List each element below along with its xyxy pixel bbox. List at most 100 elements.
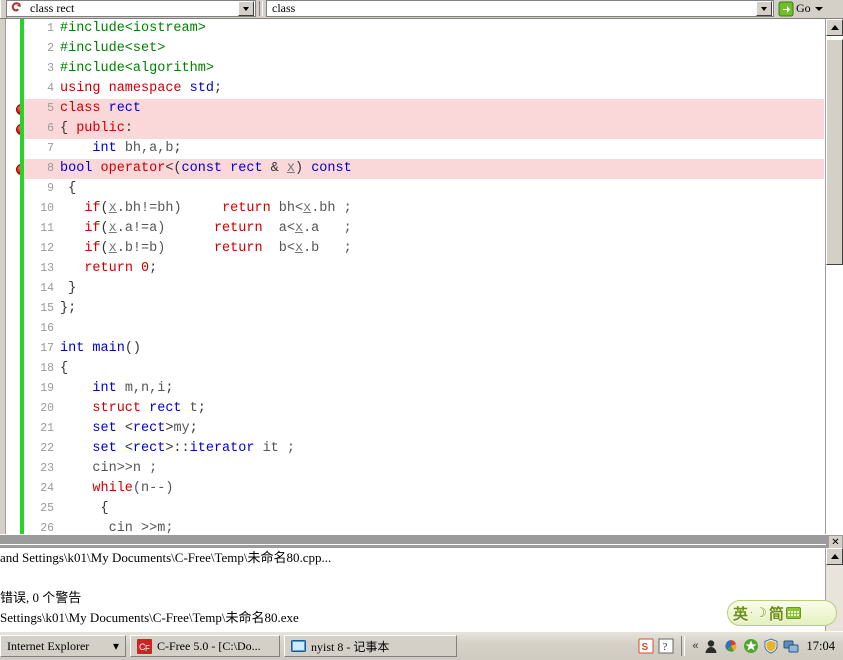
ime-language-bar[interactable]: 英 · ☽ 简 bbox=[727, 600, 837, 626]
member-combobox-value: class bbox=[272, 1, 296, 15]
code-token: #include<algorithm> bbox=[60, 61, 214, 76]
shield-icon[interactable] bbox=[763, 638, 779, 654]
scope-combobox[interactable]: class rect bbox=[6, 0, 256, 17]
code-line[interactable]: 10 if(x.bh!=bh) return bh<x.bh ; bbox=[24, 199, 824, 219]
code-line[interactable]: 26 cin >>m; bbox=[24, 519, 824, 534]
code-line[interactable]: 8 bool operator<(const rect & x) const bbox=[24, 159, 824, 179]
line-number: 2 bbox=[47, 42, 54, 55]
code-line[interactable]: 4 using namespace std; bbox=[24, 79, 824, 99]
code-line[interactable]: 22 set <rect>::iterator it ; bbox=[24, 439, 824, 459]
code-token: while bbox=[92, 481, 133, 496]
network-icon[interactable] bbox=[783, 638, 799, 654]
code-line[interactable]: 15}; bbox=[24, 299, 824, 319]
ime-mode-label[interactable]: 英 bbox=[733, 603, 748, 624]
color-pinwheel-icon[interactable] bbox=[723, 638, 739, 654]
editor-vertical-scrollbar[interactable] bbox=[825, 19, 843, 534]
help-icon[interactable]: ? bbox=[658, 638, 674, 654]
code-line[interactable]: 16 bbox=[24, 319, 824, 339]
code-token: () bbox=[124, 341, 142, 356]
build-output-panel[interactable]: and Settings\k01\My Documents\C-Free\Tem… bbox=[0, 548, 843, 631]
output-line: Settings\k01\My Documents\C-Free\Temp\未命… bbox=[0, 610, 299, 625]
code-token: set bbox=[92, 421, 117, 436]
output-scroll-up-button[interactable] bbox=[826, 548, 843, 565]
code-line[interactable]: 5 class rect bbox=[24, 99, 824, 119]
code-line[interactable]: 6 { public: bbox=[24, 119, 824, 139]
taskbar-group-internet-explorer[interactable]: Internet Explorer ▾ bbox=[0, 635, 126, 657]
line-source: } bbox=[60, 279, 76, 299]
user-icon[interactable] bbox=[703, 638, 719, 654]
close-icon[interactable]: ✕ bbox=[829, 536, 842, 548]
go-button[interactable]: Go bbox=[778, 0, 840, 17]
code-line[interactable]: 13 return 0; bbox=[24, 259, 824, 279]
scroll-up-button[interactable] bbox=[826, 19, 843, 36]
ime-shape-label[interactable]: 简 bbox=[769, 603, 784, 624]
green-star-icon[interactable] bbox=[743, 638, 759, 654]
line-number: 5 bbox=[47, 102, 54, 115]
member-combobox[interactable]: class bbox=[266, 0, 774, 17]
code-line[interactable]: 24 while(n--) bbox=[24, 479, 824, 499]
line-number: 20 bbox=[40, 402, 54, 415]
line-source: struct rect t; bbox=[60, 399, 205, 419]
taskbar-item-notepad[interactable]: nyist 8 - 记事本 bbox=[284, 635, 457, 657]
member-combobox-chevron-down-icon[interactable] bbox=[756, 1, 772, 16]
code-line[interactable]: 7 int bh,a,b; bbox=[24, 139, 824, 159]
code-line[interactable]: 23 cin>>n ; bbox=[24, 459, 824, 479]
code-line[interactable]: 3 #include<algorithm> bbox=[24, 59, 824, 79]
line-number: 15 bbox=[40, 302, 54, 315]
panel-splitter[interactable]: ✕ bbox=[0, 534, 843, 549]
code-token: main bbox=[92, 341, 125, 356]
line-number: 18 bbox=[40, 362, 54, 375]
scope-combobox-chevron-down-icon[interactable] bbox=[238, 1, 254, 16]
code-line[interactable]: 25 { bbox=[24, 499, 824, 519]
line-number: 22 bbox=[40, 442, 54, 455]
code-line[interactable]: 18 { bbox=[24, 359, 824, 379]
line-number: 10 bbox=[40, 202, 54, 215]
code-token: { bbox=[60, 181, 77, 196]
line-source: }; bbox=[60, 299, 76, 319]
breakpoint-gutter[interactable] bbox=[7, 19, 27, 534]
code-token: rect bbox=[132, 441, 166, 456]
code-token: b< bbox=[262, 241, 295, 256]
code-token: return bbox=[84, 261, 133, 276]
system-tray: S ? « 17:04 bbox=[638, 632, 843, 660]
code-token: rect bbox=[149, 401, 182, 416]
code-line[interactable]: 20 struct rect t; bbox=[24, 399, 824, 419]
moon-icon[interactable]: ☽ bbox=[755, 606, 767, 621]
code-token: .b!=b) bbox=[116, 241, 214, 256]
code-line[interactable]: 14 } bbox=[24, 279, 824, 299]
go-chevron-down-icon[interactable] bbox=[814, 6, 823, 11]
code-token: ; bbox=[165, 381, 174, 396]
code-editor[interactable]: 1 #include<iostream> 2 #include<set> 3 #inclu… bbox=[0, 18, 843, 539]
line-number: 3 bbox=[47, 62, 54, 75]
code-line[interactable]: 12 if(x.b!=b) return b<x.b ; bbox=[24, 239, 824, 259]
line-number: 11 bbox=[40, 222, 54, 235]
code-token: .b ; bbox=[303, 241, 352, 256]
clock[interactable]: 17:04 bbox=[803, 639, 839, 654]
tray-expand-chevron-icon[interactable]: « bbox=[692, 640, 698, 652]
line-source: { bbox=[60, 499, 109, 519]
line-number: 4 bbox=[47, 82, 54, 95]
code-line[interactable]: 19 int m,n,i; bbox=[24, 379, 824, 399]
code-line[interactable]: 2 #include<set> bbox=[24, 39, 824, 59]
editor-scroll-thumb[interactable] bbox=[826, 39, 843, 265]
code-line[interactable]: 17 int main() bbox=[24, 339, 824, 359]
code-lines[interactable]: 1 #include<iostream> 2 #include<set> 3 #inclu… bbox=[24, 19, 824, 534]
code-line[interactable]: 1 #include<iostream> bbox=[24, 19, 824, 39]
code-line[interactable]: 9 { bbox=[24, 179, 824, 199]
code-token: { bbox=[60, 121, 77, 136]
code-line[interactable]: 21 set <rect>my; bbox=[24, 419, 824, 439]
sogou-icon[interactable]: S bbox=[638, 638, 654, 654]
code-token: x bbox=[294, 241, 304, 256]
code-token: .a ; bbox=[303, 221, 352, 236]
code-token: x bbox=[286, 161, 295, 176]
taskbar-item-c-free[interactable]: C F C-Free 5.0 - [C:\Do... bbox=[130, 635, 280, 657]
code-token: class bbox=[60, 101, 109, 116]
code-line[interactable]: 11 if(x.a!=a) return a<x.a ; bbox=[24, 219, 824, 239]
soft-keyboard-icon[interactable] bbox=[785, 607, 801, 619]
notepad-icon bbox=[291, 639, 306, 654]
chevron-down-icon[interactable]: ▾ bbox=[113, 639, 119, 654]
